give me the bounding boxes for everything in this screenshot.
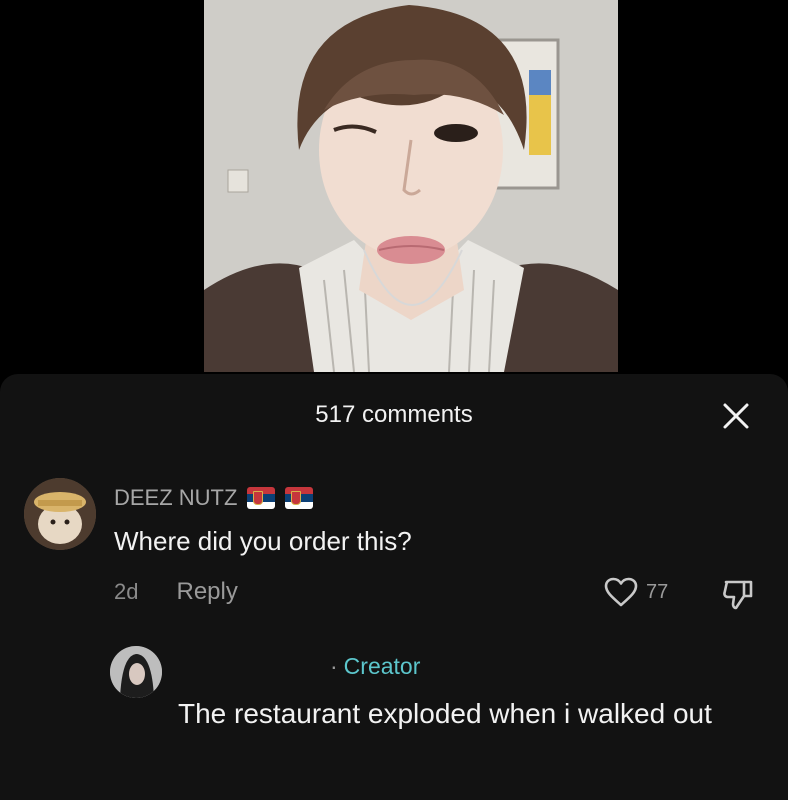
creator-badge: Creator [343, 653, 421, 679]
reply-meta: · Creator [330, 652, 420, 680]
comments-sheet: 517 comments DEEZ NUTZ Where did you ord… [0, 374, 788, 800]
video-preview[interactable] [204, 0, 618, 372]
comment-text: Where did you order this? [114, 526, 412, 556]
reply-button[interactable]: Reply [176, 578, 237, 606]
close-icon [723, 403, 749, 429]
thumbs-down-icon [723, 580, 753, 610]
comment-time: 2d [114, 579, 139, 604]
dislike-button[interactable] [720, 576, 756, 612]
video-frame-image [204, 0, 618, 372]
comment-author[interactable]: DEEZ NUTZ [114, 484, 314, 512]
heart-icon [604, 577, 638, 607]
commenter-avatar[interactable] [24, 478, 96, 550]
serbia-flag-icon [285, 487, 314, 509]
avatar-image [110, 646, 162, 698]
reply-text: The restaurant exploded when i walked ou… [178, 698, 712, 729]
username-text: DEEZ NUTZ [114, 485, 238, 510]
close-button[interactable] [718, 398, 754, 434]
comments-count-title: 517 comments [315, 401, 473, 428]
creator-avatar[interactable] [110, 646, 162, 698]
like-count: 77 [646, 580, 669, 603]
comment-meta: 2d Reply [114, 576, 238, 608]
separator-dot: · [330, 653, 338, 679]
serbia-flag-icon [247, 487, 276, 509]
comments-screen: 517 comments DEEZ NUTZ Where did you ord… [0, 0, 788, 800]
like-button[interactable]: 77 [604, 577, 668, 607]
avatar-image [24, 478, 96, 550]
